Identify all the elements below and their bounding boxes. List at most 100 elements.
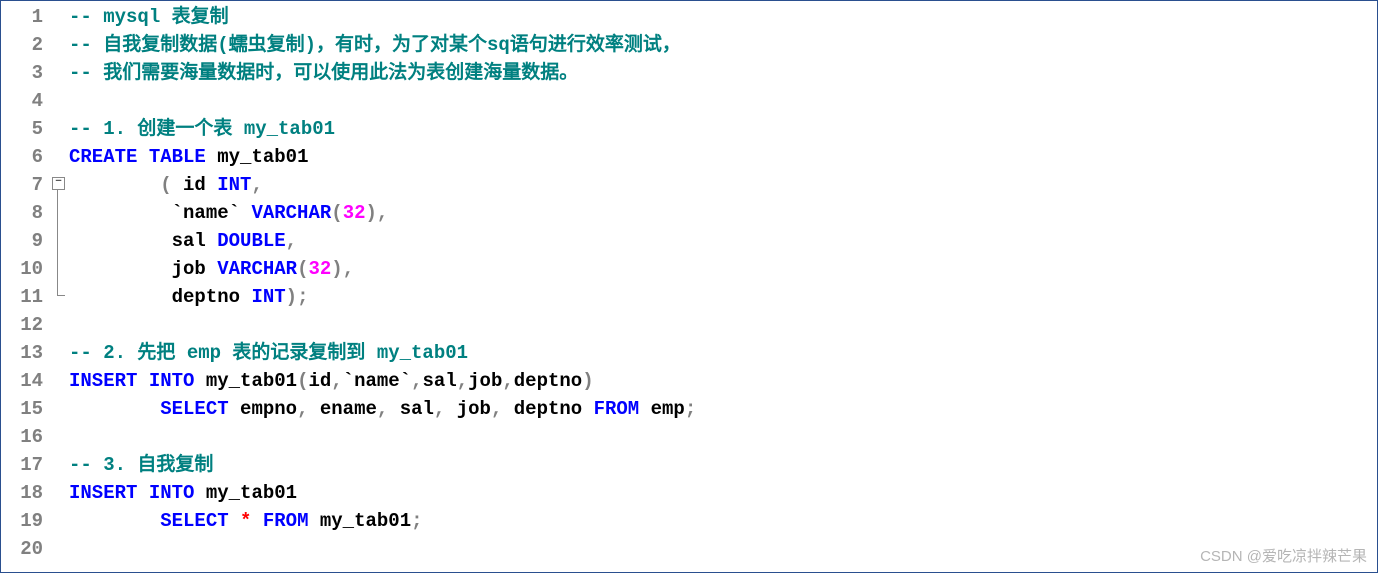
code-token: ),	[366, 202, 389, 224]
code-token: sal	[172, 230, 206, 252]
code-token: ,	[502, 370, 513, 392]
code-token: deptno	[514, 370, 582, 392]
code-token	[502, 398, 513, 420]
code-token: ;	[411, 510, 422, 532]
line-number: 1	[1, 3, 49, 31]
line-number: 13	[1, 339, 49, 367]
line-number: 3	[1, 59, 49, 87]
line-number: 2	[1, 31, 49, 59]
code-token: -- mysql 表复制	[69, 6, 229, 28]
code-token	[240, 202, 251, 224]
code-token: INSERT	[69, 482, 137, 504]
code-token: (	[331, 202, 342, 224]
code-line: deptno INT);	[69, 283, 1377, 311]
code-token	[206, 146, 217, 168]
code-token: FROM	[263, 510, 309, 532]
code-token: ,	[251, 174, 262, 196]
line-number: 9	[1, 227, 49, 255]
code-token: SELECT	[160, 398, 228, 420]
line-number: 12	[1, 311, 49, 339]
code-token: job	[172, 258, 206, 280]
code-token: VARCHAR	[251, 202, 331, 224]
code-area: -- mysql 表复制 -- 自我复制数据(蠕虫复制)，有时，为了对某个sq语句…	[69, 1, 1377, 572]
code-token: )	[582, 370, 593, 392]
line-number: 5	[1, 115, 49, 143]
code-token: sal	[400, 398, 434, 420]
code-token	[639, 398, 650, 420]
code-token: job	[468, 370, 502, 392]
code-line: -- 自我复制数据(蠕虫复制)，有时，为了对某个sq语句进行效率测试，	[69, 31, 1377, 59]
code-token	[69, 258, 172, 280]
code-token	[206, 258, 217, 280]
code-token: (	[297, 370, 308, 392]
code-token	[69, 286, 172, 308]
line-number: 17	[1, 451, 49, 479]
code-token: -- 1. 创建一个表 my_tab01	[69, 118, 335, 140]
line-number: 4	[1, 87, 49, 115]
code-token	[137, 370, 148, 392]
code-token: 32	[308, 258, 331, 280]
code-line: job VARCHAR(32),	[69, 255, 1377, 283]
code-line: INSERT INTO my_tab01(id,`name`,sal,job,d…	[69, 367, 1377, 395]
code-line: SELECT * FROM my_tab01;	[69, 507, 1377, 535]
code-token	[251, 510, 262, 532]
code-token: sal	[423, 370, 457, 392]
code-line: -- 3. 自我复制	[69, 451, 1377, 479]
code-token	[388, 398, 399, 420]
code-line	[69, 423, 1377, 451]
code-token: ,	[377, 398, 388, 420]
code-token	[240, 286, 251, 308]
code-token: job	[457, 398, 491, 420]
code-line: INSERT INTO my_tab01	[69, 479, 1377, 507]
line-number: 16	[1, 423, 49, 451]
code-line: SELECT empno, ename, sal, job, deptno FR…	[69, 395, 1377, 423]
code-token: INT	[217, 174, 251, 196]
code-token: empno	[240, 398, 297, 420]
fold-end-tick	[57, 295, 65, 296]
fold-toggle-icon[interactable]: −	[52, 177, 65, 190]
code-token	[308, 398, 319, 420]
code-line: -- 2. 先把 emp 表的记录复制到 my_tab01	[69, 339, 1377, 367]
code-token: ,	[286, 230, 297, 252]
code-line	[69, 535, 1377, 563]
code-line: ( id INT,	[69, 171, 1377, 199]
code-token: FROM	[594, 398, 640, 420]
line-number: 19	[1, 507, 49, 535]
code-token	[194, 482, 205, 504]
line-number: 7	[1, 171, 49, 199]
code-token: my_tab01	[206, 482, 297, 504]
code-token	[69, 398, 160, 420]
code-token: TABLE	[149, 146, 206, 168]
code-line: -- mysql 表复制	[69, 3, 1377, 31]
line-number: 6	[1, 143, 49, 171]
code-token	[308, 510, 319, 532]
code-token: deptno	[514, 398, 582, 420]
code-line: sal DOUBLE,	[69, 227, 1377, 255]
code-token	[137, 146, 148, 168]
line-number: 14	[1, 367, 49, 395]
code-line: -- 我们需要海量数据时，可以使用此法为表创建海量数据。	[69, 59, 1377, 87]
code-token	[445, 398, 456, 420]
code-token: DOUBLE	[217, 230, 285, 252]
code-token	[229, 398, 240, 420]
code-token: ),	[331, 258, 354, 280]
code-token: id	[308, 370, 331, 392]
code-token	[69, 174, 160, 196]
code-token: ename	[320, 398, 377, 420]
code-token: INTO	[149, 370, 195, 392]
code-token: -- 3. 自我复制	[69, 454, 213, 476]
code-token: );	[286, 286, 309, 308]
line-number: 20	[1, 535, 49, 563]
code-token	[172, 174, 183, 196]
code-token: ,	[297, 398, 308, 420]
code-line: CREATE TABLE my_tab01	[69, 143, 1377, 171]
code-token: -- 我们需要海量数据时，可以使用此法为表创建海量数据。	[69, 62, 578, 84]
line-number: 11	[1, 283, 49, 311]
line-number: 10	[1, 255, 49, 283]
code-token: emp	[651, 398, 685, 420]
code-token: ,	[457, 370, 468, 392]
code-token	[137, 482, 148, 504]
code-line	[69, 87, 1377, 115]
code-token: ;	[685, 398, 696, 420]
code-token: deptno	[172, 286, 240, 308]
